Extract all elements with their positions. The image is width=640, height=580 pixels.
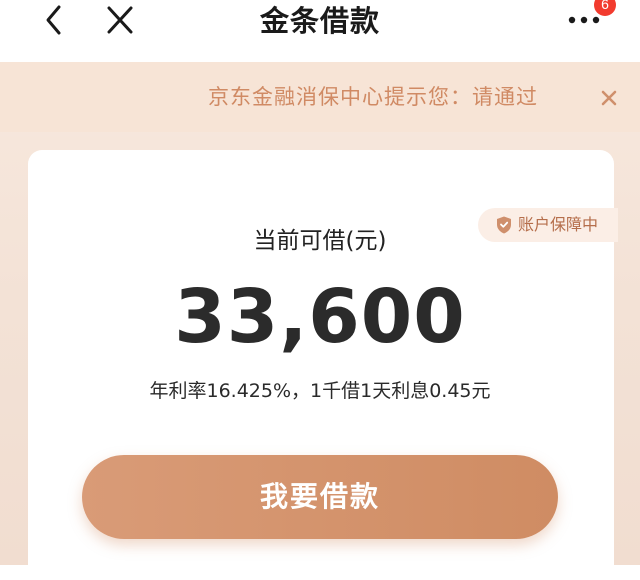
notice-text: 京东金融消保中心提示您：请通过	[208, 85, 538, 109]
page-title: 金条借款	[259, 4, 380, 38]
available-amount: 33,600	[174, 274, 466, 360]
nav-bar: 金条借款 6	[0, 0, 640, 62]
borrow-button[interactable]: 我要借款	[82, 455, 558, 539]
close-icon	[601, 90, 617, 106]
notice-close-button[interactable]	[598, 87, 620, 109]
available-label: 当前可借(元)	[253, 228, 387, 254]
interest-rate-text: 年利率16.425%，1千借1天利息0.45元	[149, 380, 491, 402]
notice-banner: 京东金融消保中心提示您：请通过	[0, 62, 640, 132]
